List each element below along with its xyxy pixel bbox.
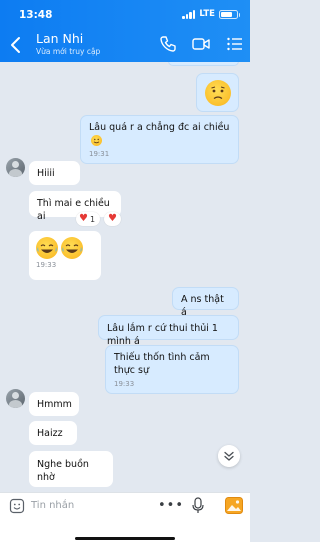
message-timestamp: 19:33 bbox=[36, 261, 57, 269]
message-text: Thiếu thốn tình cảm thực sự bbox=[114, 352, 210, 376]
more-dots-icon[interactable]: ••• bbox=[158, 499, 184, 512]
message-text: Haizz bbox=[37, 428, 63, 439]
microphone-icon[interactable] bbox=[191, 497, 205, 514]
message-list[interactable]: Lâu quá r a chẳng đc ai chiều 19:31 Hiii… bbox=[0, 62, 250, 492]
tears-of-joy-emoji-icon bbox=[36, 237, 58, 259]
contact-name: Lan Nhi bbox=[36, 31, 84, 46]
smiling-face-emoji-icon bbox=[91, 135, 102, 146]
message-bubble-outgoing[interactable]: A ns thật á bbox=[172, 287, 239, 318]
sticker-icon[interactable] bbox=[9, 498, 25, 514]
reaction-summary[interactable]: ♥ 1 bbox=[76, 212, 100, 226]
chevron-double-down-icon[interactable] bbox=[218, 445, 240, 467]
message-input[interactable]: Tin nhắn bbox=[31, 498, 74, 513]
message-text: Lâu quá r a chẳng đc ai chiều bbox=[89, 122, 230, 133]
video-camera-icon[interactable] bbox=[191, 34, 211, 54]
heart-icon: ♥ bbox=[79, 213, 88, 224]
message-bubble-outgoing[interactable]: Lâu lắm r cứ thui thủi 1 mình á bbox=[98, 315, 239, 347]
status-indicators: LTE bbox=[182, 9, 240, 19]
message-bubble-incoming[interactable]: 19:33 bbox=[29, 231, 101, 280]
message-bubble-incoming[interactable]: Hmmm bbox=[29, 392, 79, 416]
message-text: Hmmm bbox=[37, 399, 72, 410]
add-reaction-button[interactable]: ♥ bbox=[104, 212, 121, 226]
message-timestamp: 19:33 bbox=[114, 380, 135, 388]
message-timestamp: 19:31 bbox=[89, 150, 110, 158]
message-bubble-outgoing[interactable] bbox=[168, 62, 239, 66]
image-icon[interactable] bbox=[225, 497, 243, 514]
status-bar: 13:48 LTE bbox=[0, 0, 250, 30]
reaction-count: 1 bbox=[89, 214, 96, 224]
message-text: Lâu lắm r cứ thui thủi 1 mình á bbox=[107, 323, 218, 347]
status-time: 13:48 bbox=[19, 9, 53, 21]
battery-icon bbox=[219, 9, 240, 19]
message-bubble-incoming[interactable]: Hiiii bbox=[29, 161, 80, 185]
avatar[interactable] bbox=[6, 389, 25, 408]
message-text: Hiiii bbox=[37, 168, 55, 179]
message-composer: Tin nhắn ••• bbox=[0, 492, 250, 542]
signal-icon bbox=[182, 9, 196, 19]
contact-status: Vừa mới truy cập bbox=[36, 47, 101, 56]
emoji-row bbox=[36, 237, 94, 259]
top-bar: 13:48 LTE Lan Nhi Vừa mới truy cập bbox=[0, 0, 250, 62]
message-text: Nghe buồn nhờ bbox=[37, 459, 89, 483]
list-menu-icon[interactable] bbox=[225, 34, 245, 54]
message-bubble-incoming[interactable]: Haizz bbox=[29, 421, 77, 445]
contact-info[interactable]: Lan Nhi Vừa mới truy cập bbox=[36, 31, 100, 57]
message-bubble-outgoing[interactable]: Lâu quá r a chẳng đc ai chiều 19:31 bbox=[80, 115, 239, 164]
avatar[interactable] bbox=[6, 158, 25, 177]
message-bubble-incoming[interactable]: Nghe buồn nhờ bbox=[29, 451, 113, 487]
chat-header: Lan Nhi Vừa mới truy cập bbox=[0, 30, 250, 62]
message-bubble-outgoing[interactable]: Thiếu thốn tình cảm thực sự 19:33 bbox=[105, 345, 239, 394]
home-indicator bbox=[75, 537, 175, 540]
disappointed-face-emoji-icon bbox=[205, 80, 231, 106]
chevron-left-icon[interactable] bbox=[6, 33, 26, 57]
network-label: LTE bbox=[199, 9, 215, 19]
phone-icon[interactable] bbox=[158, 34, 178, 54]
heart-icon: ♥ bbox=[108, 213, 117, 224]
message-bubble-outgoing[interactable] bbox=[196, 73, 239, 112]
tears-of-joy-emoji-icon bbox=[61, 237, 83, 259]
